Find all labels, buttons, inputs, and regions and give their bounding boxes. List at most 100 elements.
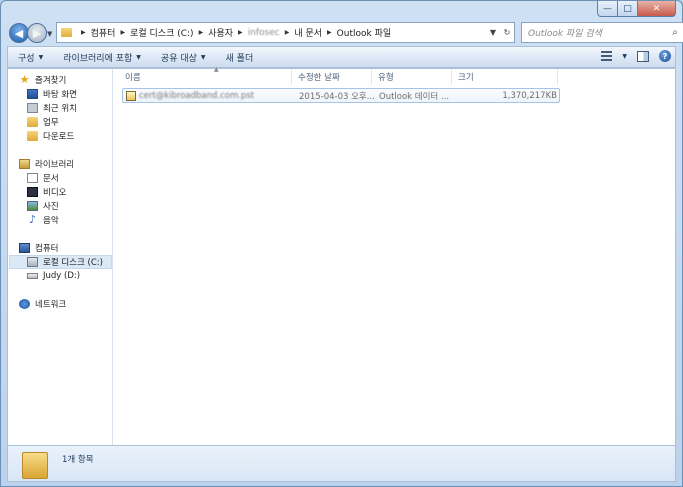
- documents-icon: [27, 173, 38, 183]
- share-with-label: 공유 대상: [160, 53, 197, 64]
- network-icon: [19, 299, 30, 309]
- folder-icon: [27, 117, 38, 127]
- sidebar-item-downloads[interactable]: 다운로드: [27, 129, 74, 143]
- address-actions: ▼ ↻: [486, 23, 514, 42]
- pictures-icon: [27, 201, 38, 211]
- chevron-down-icon: ▼: [200, 53, 206, 61]
- address-history-dropdown[interactable]: ▼: [486, 28, 500, 37]
- file-name-cell: cert@kibroadband.com.pst: [126, 89, 254, 102]
- back-button[interactable]: ◀: [9, 23, 29, 43]
- music-note-icon: ♪: [28, 213, 37, 226]
- sidebar-favorites-label: 즐겨찾기: [35, 76, 67, 86]
- sidebar-item-label: 음악: [43, 216, 59, 226]
- file-row[interactable]: cert@kibroadband.com.pst 2015-04-03 오후..…: [122, 88, 560, 103]
- details-pane: 1개 항목: [7, 446, 676, 482]
- maximize-button[interactable]: □: [618, 1, 638, 17]
- sidebar-favorites[interactable]: ★ 즐겨찾기: [19, 73, 67, 87]
- back-arrow-icon: ◀: [14, 26, 24, 40]
- sidebar-item-label: 바탕 화면: [43, 90, 77, 100]
- file-type-cell: Outlook 데이터 ...: [379, 91, 450, 102]
- include-in-library-label: 라이브러리에 포함: [63, 53, 133, 64]
- new-folder-label: 새 폴더: [225, 53, 254, 64]
- column-header-label: 이름: [125, 73, 141, 83]
- computer-icon: [19, 243, 30, 253]
- breadcrumb-chevron-icon[interactable]: ▶: [199, 29, 204, 36]
- breadcrumb-users[interactable]: 사용자: [208, 26, 233, 39]
- column-header-name[interactable]: 이름 ▲: [119, 66, 292, 85]
- sidebar-item-label: 업무: [43, 118, 59, 128]
- downloads-folder-icon: [27, 131, 38, 141]
- recent-places-icon: [27, 103, 38, 113]
- sidebar-item-label: 최근 위치: [43, 104, 77, 114]
- organize-button[interactable]: 구성 ▼: [8, 51, 53, 64]
- breadcrumb-outlook-files[interactable]: Outlook 파일: [337, 26, 391, 39]
- new-folder-button[interactable]: 새 폴더: [216, 51, 264, 64]
- share-with-button[interactable]: 공유 대상 ▼: [151, 51, 216, 64]
- outlook-data-file-icon: [126, 90, 136, 101]
- sidebar-item-videos[interactable]: 비디오: [27, 185, 66, 199]
- sidebar-item-drive-d[interactable]: Judy (D:): [27, 269, 80, 283]
- sidebar-item-pictures[interactable]: 사진: [27, 199, 59, 213]
- sidebar-item-label: 다운로드: [43, 132, 75, 142]
- breadcrumb-chevron-icon[interactable]: ▶: [327, 29, 332, 36]
- file-modified-cell: 2015-04-03 오후...: [299, 91, 375, 102]
- breadcrumb-chevron-icon[interactable]: ▶: [285, 29, 290, 36]
- sidebar-item-recent-places[interactable]: 최근 위치: [27, 101, 77, 115]
- help-icon[interactable]: ?: [659, 50, 671, 62]
- change-view-icon[interactable]: [601, 51, 613, 61]
- forward-button[interactable]: ▶: [27, 23, 47, 43]
- sidebar-libraries[interactable]: 라이브러리: [19, 157, 74, 171]
- close-button[interactable]: ✕: [638, 1, 676, 17]
- desktop-icon: [27, 89, 38, 99]
- search-box[interactable]: Outlook 파일 검색 ⌕: [521, 22, 683, 43]
- breadcrumb: ▶ 컴퓨터 ▶ 로컬 디스크 (C:) ▶ 사용자 ▶ infosec ▶ 내 …: [76, 26, 391, 40]
- column-header-label: 유형: [378, 73, 394, 83]
- videos-icon: [27, 187, 38, 197]
- star-icon: ★: [19, 73, 30, 86]
- breadcrumb-chevron-icon[interactable]: ▶: [238, 29, 243, 36]
- drive-icon: [27, 257, 38, 267]
- breadcrumb-computer[interactable]: 컴퓨터: [91, 26, 116, 39]
- forward-arrow-icon: ▶: [32, 26, 42, 40]
- sidebar-computer[interactable]: 컴퓨터: [19, 241, 58, 255]
- caption-buttons: — □ ✕: [597, 1, 676, 17]
- view-options-dropdown[interactable]: ▼: [622, 53, 627, 60]
- sidebar-network[interactable]: 네트워크: [19, 297, 66, 311]
- sidebar-item-local-disk-c[interactable]: 로컬 디스크 (C:): [9, 255, 112, 269]
- recent-pages-dropdown[interactable]: ▼: [47, 30, 52, 38]
- sidebar-item-label: 문서: [43, 174, 59, 184]
- file-list: 이름 ▲ 수정한 날짜 유형 크기 cert@kibroadband.com.ps…: [114, 66, 675, 445]
- sidebar-item-documents[interactable]: 문서: [27, 171, 59, 185]
- folder-icon: [61, 28, 72, 37]
- folder-icon: [22, 452, 48, 479]
- breadcrumb-chevron-icon[interactable]: ▶: [81, 29, 86, 36]
- sidebar-libraries-label: 라이브러리: [35, 160, 75, 170]
- breadcrumb-user[interactable]: infosec: [248, 28, 280, 38]
- chevron-down-icon: ▼: [136, 53, 141, 61]
- sidebar-item-label: 사진: [43, 202, 59, 212]
- sidebar-item-music[interactable]: ♪ 음악: [27, 213, 59, 227]
- column-header-size[interactable]: 크기: [452, 69, 558, 85]
- refresh-button[interactable]: ↻: [500, 28, 514, 37]
- breadcrumb-my-documents[interactable]: 내 문서: [294, 26, 322, 39]
- sidebar-item-label: 로컬 디스크 (C:): [43, 258, 103, 268]
- search-input[interactable]: Outlook 파일 검색: [528, 26, 667, 39]
- sidebar-item-work[interactable]: 업무: [27, 115, 59, 129]
- address-bar[interactable]: ▶ 컴퓨터 ▶ 로컬 디스크 (C:) ▶ 사용자 ▶ infosec ▶ 내 …: [56, 22, 515, 43]
- file-size-cell: 1,370,217KB: [502, 90, 557, 101]
- column-header-date-modified[interactable]: 수정한 날짜: [292, 69, 372, 85]
- sort-ascending-icon: ▲: [214, 66, 219, 73]
- command-bar: 구성 ▼ 라이브러리에 포함 ▼ 공유 대상 ▼ 새 폴더 ▼ ?: [7, 46, 676, 68]
- sidebar-item-label: Judy (D:): [43, 271, 81, 281]
- breadcrumb-chevron-icon[interactable]: ▶: [120, 29, 125, 36]
- sidebar-item-desktop[interactable]: 바탕 화면: [27, 87, 77, 101]
- search-icon[interactable]: ⌕: [667, 27, 683, 38]
- chevron-down-icon: ▼: [38, 53, 44, 61]
- file-name: cert@kibroadband.com.pst: [139, 90, 255, 101]
- preview-pane-icon[interactable]: [637, 50, 649, 62]
- minimize-button[interactable]: —: [597, 1, 618, 17]
- column-header-type[interactable]: 유형: [372, 69, 452, 85]
- breadcrumb-local-disk[interactable]: 로컬 디스크 (C:): [130, 26, 193, 39]
- include-in-library-button[interactable]: 라이브러리에 포함 ▼: [53, 51, 151, 64]
- sidebar-network-label: 네트워크: [35, 300, 67, 310]
